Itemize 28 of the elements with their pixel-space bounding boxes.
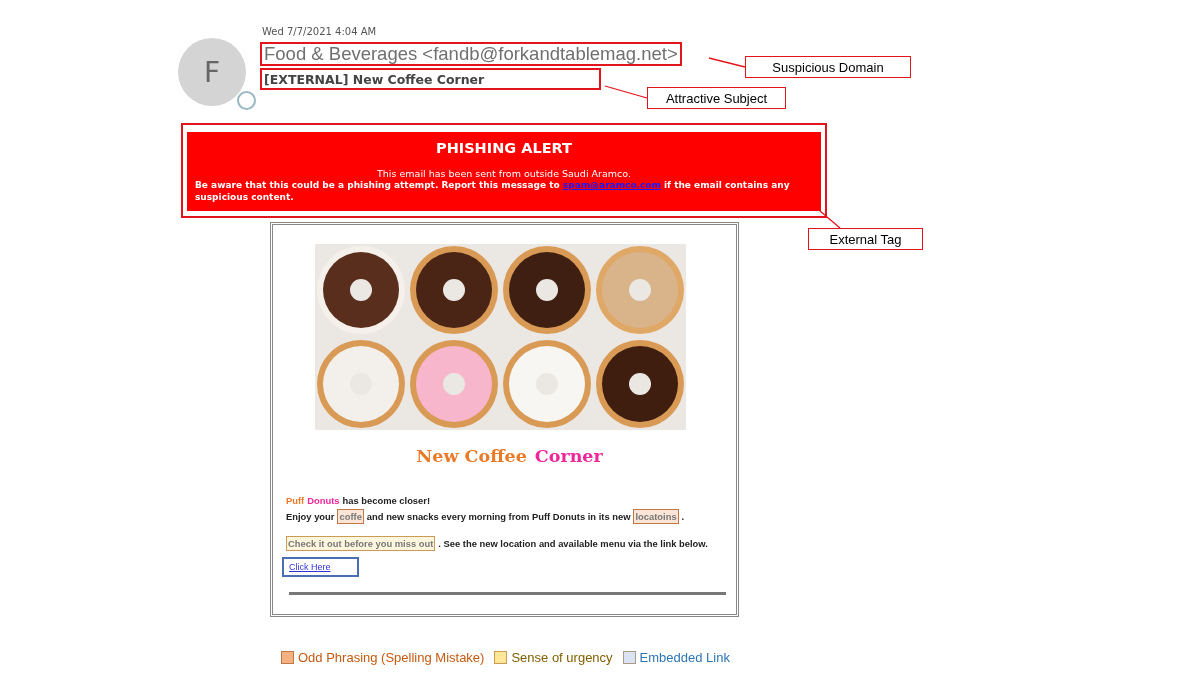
click-here-link[interactable]: Click Here — [282, 557, 359, 577]
body-text: has become closer! — [342, 494, 431, 507]
body-text: and new snacks every morning from Puff Donuts in its new — [366, 510, 631, 523]
spelling-mistake-highlight: locatoins — [633, 509, 679, 524]
callout-label: External Tag — [808, 228, 923, 250]
alert-title: PHISHING ALERT — [435, 140, 573, 156]
presence-icon — [237, 91, 256, 110]
urgency-highlight: Check it out before you miss out — [286, 536, 436, 551]
leader-line — [708, 57, 746, 68]
alert-text: This email has been sent from outside Saudi Aramco. — [376, 168, 632, 179]
body-text: Enjoy your — [286, 510, 335, 523]
legend-label: Sense of urgency — [511, 650, 613, 665]
body-text: Donuts — [307, 494, 340, 507]
alert-warning-text: Be aware that this could be a phishing attempt. Report this message to spam@aramco.com if the email contains any suspicious content. — [195, 179, 791, 203]
callout-label: Suspicious Domain — [745, 56, 911, 78]
legend-label: Embedded Link — [639, 650, 730, 665]
legend-label: Odd Phrasing (Spelling Mistake) — [298, 650, 485, 665]
sender-address: Food & Beverages <fandb@forkandtablemag.net> — [260, 42, 682, 66]
email-subject: [EXTERNAL] New Coffee Corner — [260, 68, 601, 90]
email-date: Wed 7/7/2021 4:04 AM — [262, 26, 377, 37]
body-text: . — [681, 510, 685, 523]
headline-text: Corner — [534, 446, 603, 466]
spelling-mistake-highlight: coffe — [337, 509, 364, 524]
body-text: Puff — [286, 494, 305, 507]
body-text: . See the new location and available menu via the link below. — [438, 537, 708, 550]
leader-line — [604, 85, 648, 99]
callout-label: Attractive Subject — [647, 87, 786, 109]
headline-text: New Coffee — [416, 446, 527, 466]
